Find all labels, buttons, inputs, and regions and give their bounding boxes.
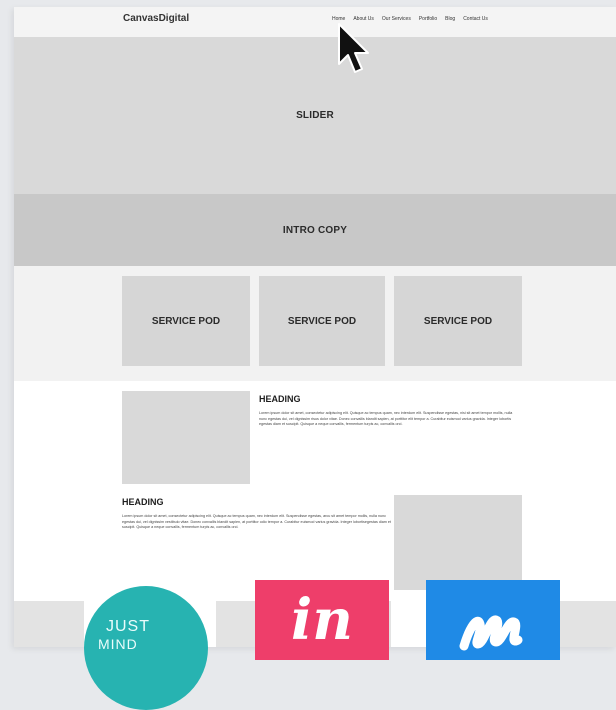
justinmind-logo-text: MIND <box>98 636 138 652</box>
image-placeholder <box>122 391 250 484</box>
content-paragraph: Lorem ipsum dolor sit amet, consectetur … <box>259 411 513 426</box>
marvel-app-icon[interactable] <box>426 580 560 660</box>
site-header: CanvasDigital Home About Us Our Services… <box>14 7 616 37</box>
service-pod: SERVICE POD <box>394 276 522 366</box>
invision-logo-text: in <box>291 587 353 653</box>
nav-contact-us[interactable]: Contact Us <box>463 16 488 22</box>
service-pods-section: SERVICE POD SERVICE POD SERVICE POD <box>14 266 616 381</box>
service-pod-label: SERVICE POD <box>151 315 221 327</box>
justinmind-app-icon[interactable]: JUST MIND <box>84 586 208 710</box>
service-pod: SERVICE POD <box>259 276 385 366</box>
wireframe-page: CanvasDigital Home About Us Our Services… <box>14 7 616 647</box>
nav-portfolio[interactable]: Portfolio <box>419 16 437 22</box>
invision-app-icon[interactable]: in <box>255 580 389 660</box>
justinmind-logo-text: JUST <box>106 618 150 635</box>
marvel-logo-mark <box>459 615 523 651</box>
site-logo[interactable]: CanvasDigital <box>123 13 189 24</box>
content-heading: HEADING <box>259 394 301 404</box>
mouse-cursor-icon <box>338 23 369 73</box>
slider-placeholder: SLIDER <box>14 37 616 194</box>
service-pod: SERVICE POD <box>122 276 250 366</box>
service-pod-label: SERVICE POD <box>287 315 357 327</box>
content-heading: HEADING <box>122 497 164 507</box>
slider-label: SLIDER <box>296 110 334 121</box>
intro-copy-label: INTRO COPY <box>282 224 348 236</box>
nav-our-services[interactable]: Our Services <box>382 16 411 22</box>
content-paragraph: Lorem ipsum dolor sit amet, consectetur … <box>122 514 391 529</box>
intro-copy-placeholder: INTRO COPY <box>14 194 616 266</box>
image-placeholder <box>394 495 522 590</box>
footer-gap <box>391 601 431 647</box>
service-pod-label: SERVICE POD <box>423 315 493 327</box>
nav-blog[interactable]: Blog <box>445 16 455 22</box>
